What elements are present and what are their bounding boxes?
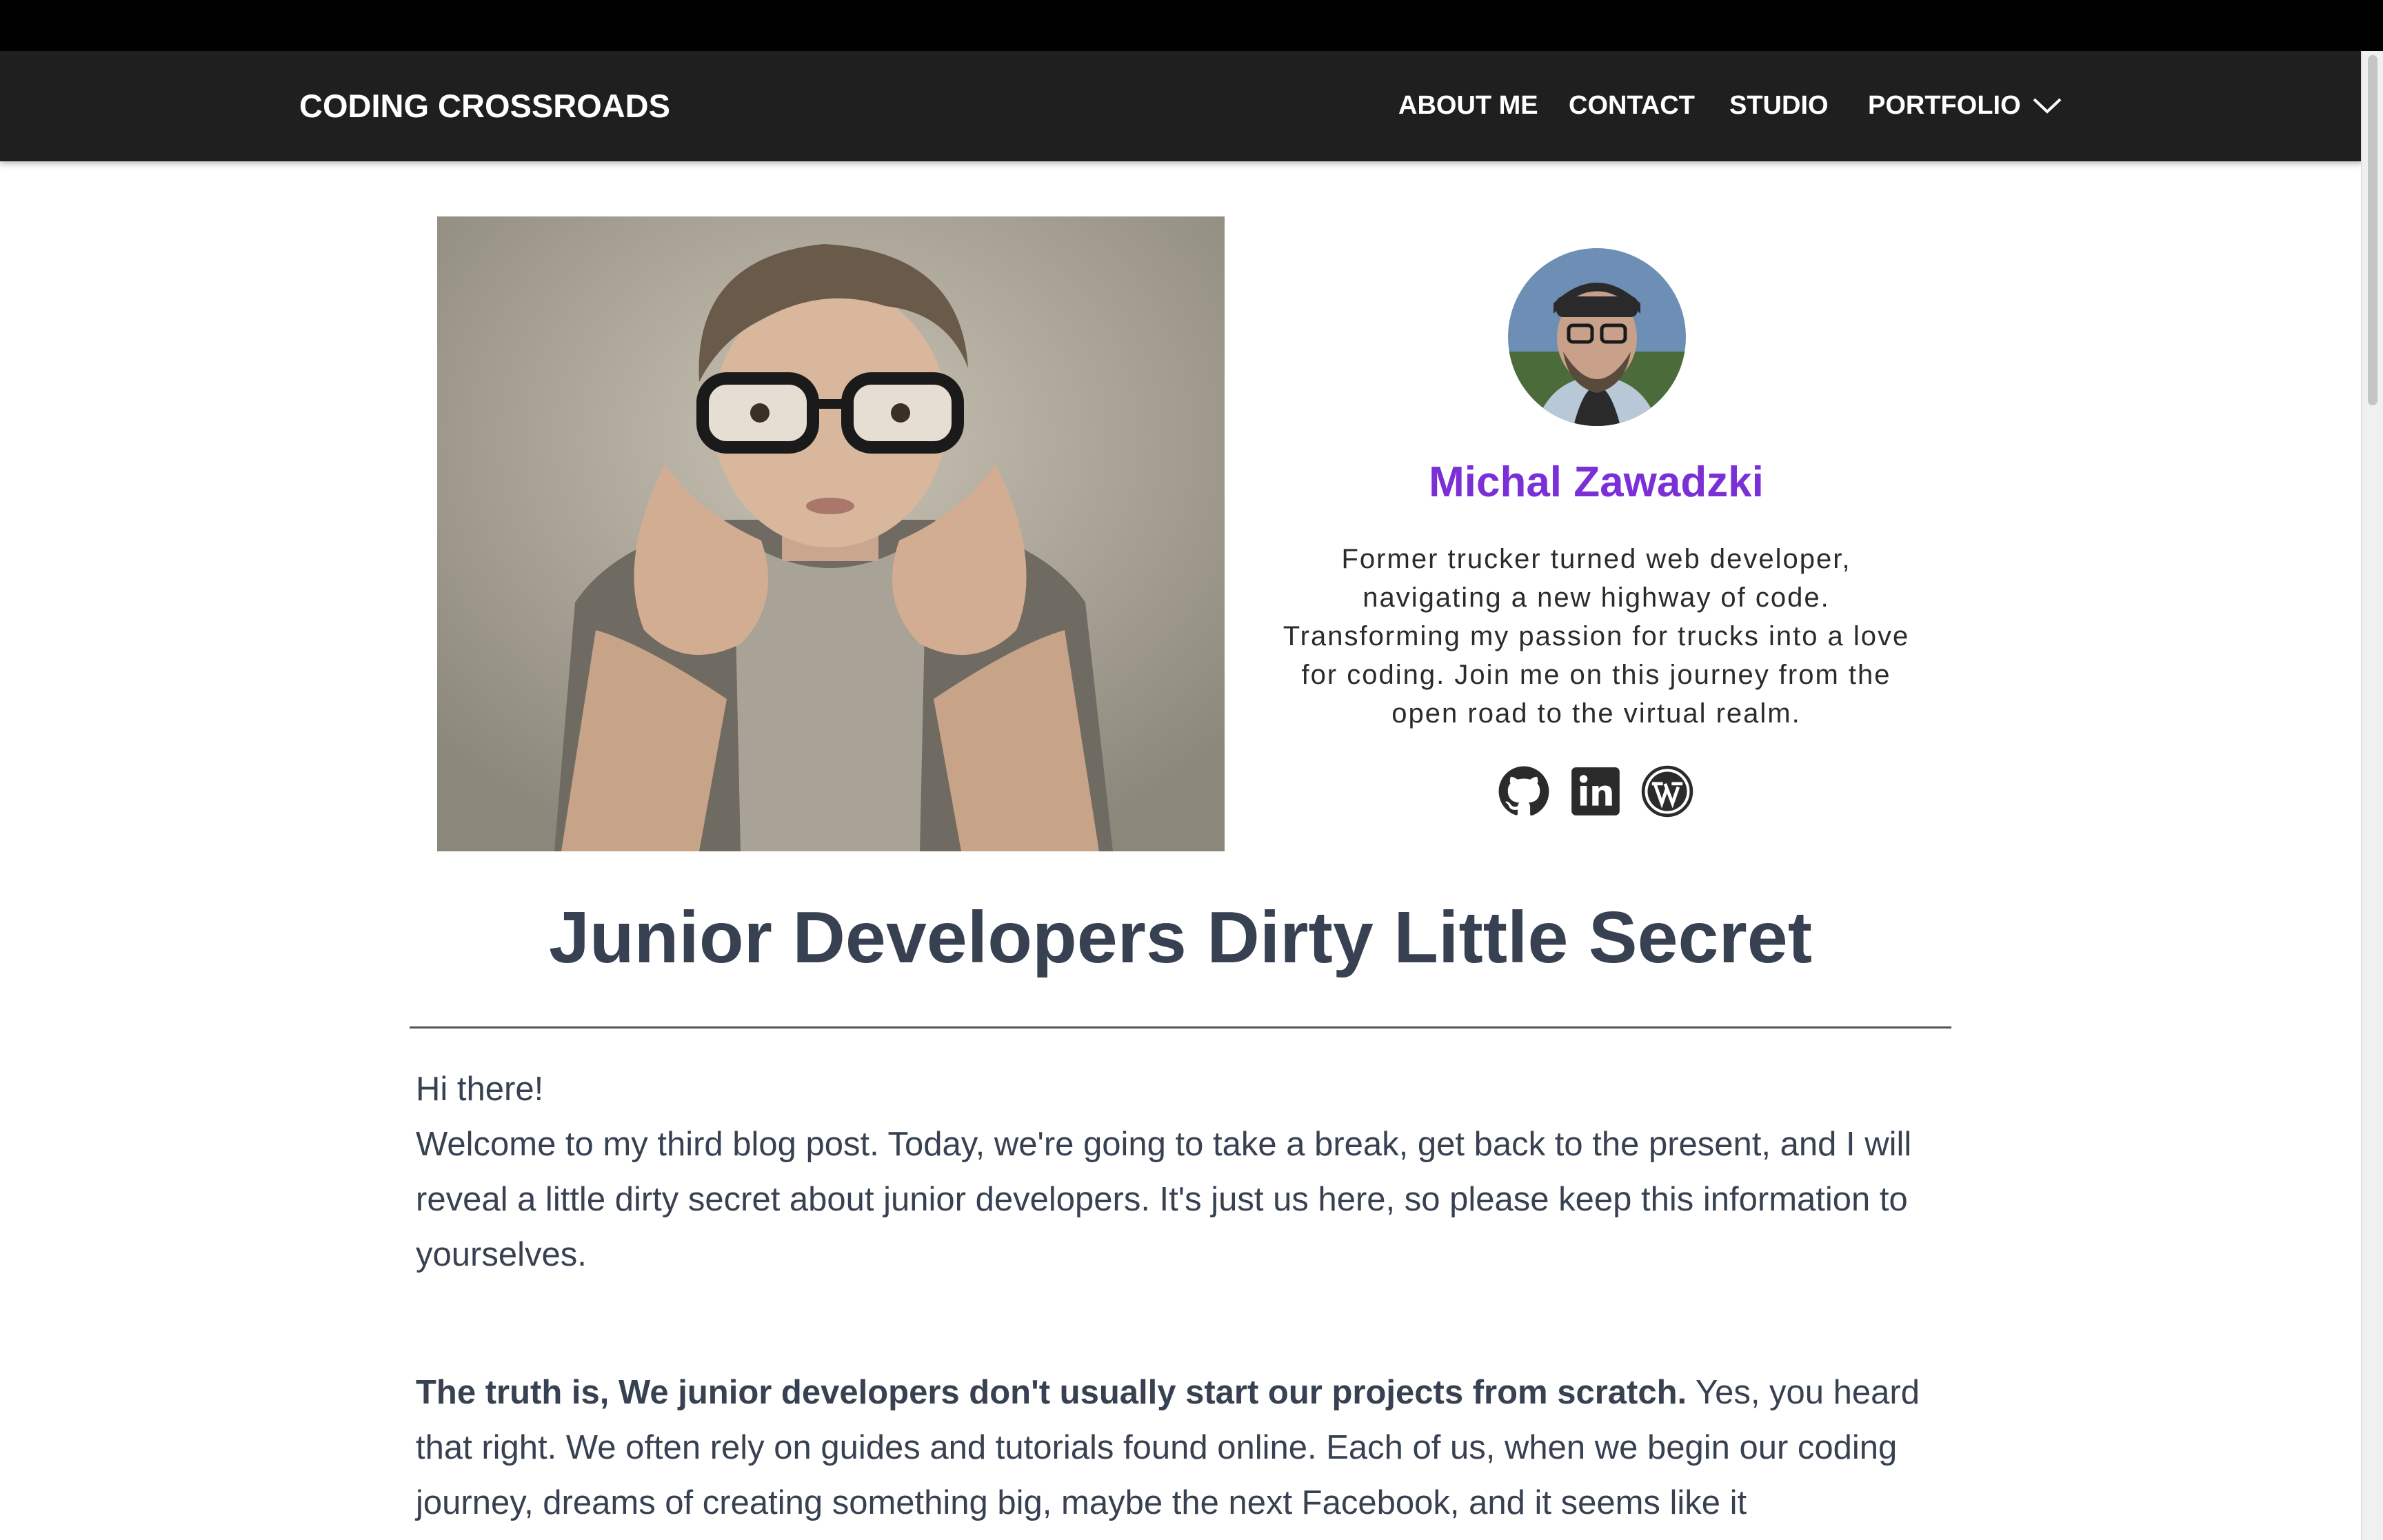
page-scrollbar[interactable] — [2361, 51, 2383, 1540]
site-navbar: CODING CROSSROADS ABOUT ME CONTACT STUDI… — [0, 51, 2362, 161]
nav-link-portfolio[interactable]: PORTFOLIO — [1868, 88, 2021, 123]
post-greeting: Hi there! — [416, 1071, 544, 1108]
scrollbar-thumb[interactable] — [2368, 55, 2377, 405]
browser-top-bar — [0, 0, 2383, 51]
post-title: Junior Developers Dirty Little Secret — [548, 897, 1813, 978]
title-divider — [410, 1026, 1951, 1029]
wordpress-icon[interactable] — [1641, 765, 1693, 818]
hero-image — [437, 216, 1225, 851]
author-avatar — [1508, 248, 1686, 426]
author-name: Michal Zawadzki — [1429, 458, 1764, 506]
linkedin-icon[interactable] — [1569, 765, 1622, 818]
nav-link-studio[interactable]: STUDIO — [1729, 88, 1829, 123]
post-intro: Welcome to my third blog post. Today, we… — [416, 1126, 1912, 1273]
chevron-down-icon[interactable] — [2031, 94, 2063, 117]
nav-link-about-me[interactable]: ABOUT ME — [1398, 88, 1538, 123]
post-paragraph: The truth is, We junior developers don't… — [416, 1365, 1953, 1530]
author-bio: Former trucker turned web developer, nav… — [1283, 544, 1910, 729]
post-highlight: The truth is, We junior developers don't… — [416, 1374, 1687, 1411]
nav-link-contact[interactable]: CONTACT — [1569, 88, 1695, 123]
github-icon[interactable] — [1498, 765, 1550, 818]
site-brand[interactable]: CODING CROSSROADS — [299, 85, 670, 127]
